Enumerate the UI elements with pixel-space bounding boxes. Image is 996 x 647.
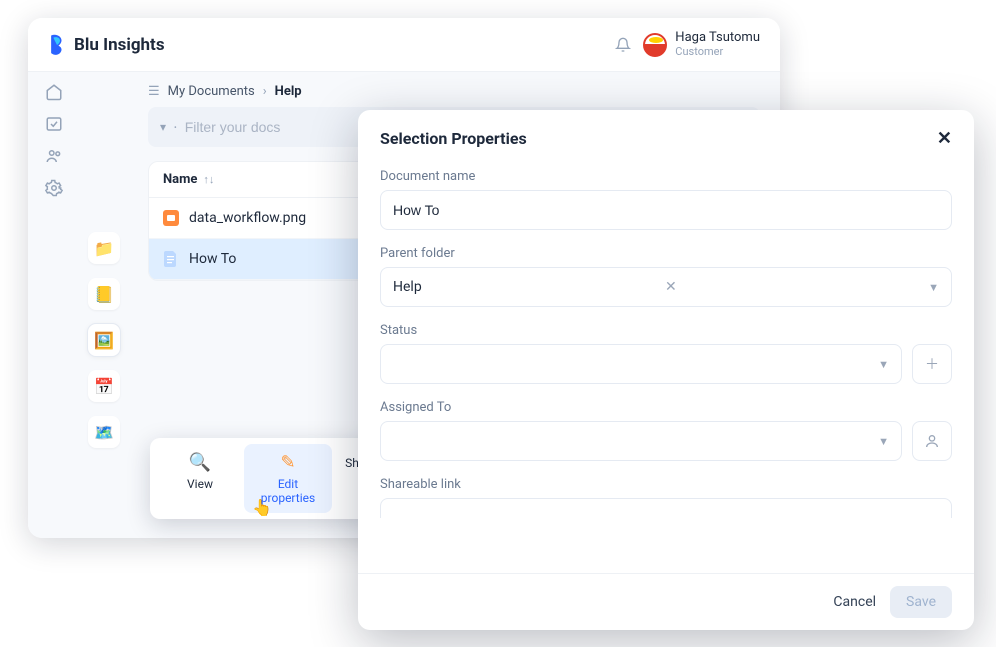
- close-icon[interactable]: ✕: [937, 128, 952, 149]
- brand-name: Blu Insights: [74, 35, 165, 55]
- select-status[interactable]: ▼: [380, 344, 902, 384]
- ctx-view[interactable]: 🔍 View: [156, 444, 244, 513]
- select-parent-value: Help: [393, 279, 422, 295]
- notifications-icon[interactable]: [615, 37, 631, 53]
- select-parent-folder[interactable]: Help ✕ ▼: [380, 267, 952, 307]
- user-role: Customer: [675, 46, 760, 58]
- view-icon: 🔍: [162, 452, 238, 473]
- panel-body: Document name Parent folder Help ✕ ▼ Sta…: [358, 167, 974, 573]
- breadcrumb-root[interactable]: My Documents: [168, 84, 255, 99]
- breadcrumb-current: Help: [275, 84, 302, 99]
- doc-file-icon: [163, 251, 179, 267]
- field-assigned-to: Assigned To ▼: [380, 400, 952, 461]
- chip-notes[interactable]: 📒: [88, 278, 120, 310]
- user-info[interactable]: Haga Tsutomu Customer: [675, 31, 760, 57]
- cursor-icon: 👆: [252, 498, 272, 517]
- field-status: Status ▼ ＋: [380, 323, 952, 384]
- image-file-icon: [163, 210, 179, 226]
- tasks-icon[interactable]: [44, 114, 64, 134]
- label-shareable-link: Shareable link: [380, 477, 952, 492]
- plus-icon: ＋: [925, 354, 939, 374]
- chip-other[interactable]: 🗺️: [88, 416, 120, 448]
- user-icon: [924, 433, 940, 449]
- chip-calendar[interactable]: 📅: [88, 370, 120, 402]
- label-document-name: Document name: [380, 169, 952, 184]
- row-name: How To: [189, 251, 236, 267]
- filter-input[interactable]: [185, 119, 385, 135]
- panel-footer: Cancel Save: [358, 573, 974, 630]
- label-status: Status: [380, 323, 952, 338]
- cancel-button[interactable]: Cancel: [833, 594, 876, 610]
- clear-icon[interactable]: ✕: [665, 279, 677, 295]
- brand-logo-icon: [48, 34, 66, 56]
- side-nav: [28, 72, 80, 538]
- user-name: Haga Tsutomu: [675, 31, 760, 45]
- chevron-down-icon: ▼: [878, 435, 889, 448]
- filter-dot-icon: •: [174, 123, 177, 132]
- col-name-label: Name: [163, 172, 197, 187]
- field-document-name: Document name: [380, 169, 952, 230]
- settings-icon[interactable]: [44, 178, 64, 198]
- chevron-down-icon: ▼: [928, 281, 939, 294]
- label-assigned-to: Assigned To: [380, 400, 952, 415]
- panel-title: Selection Properties: [380, 129, 527, 148]
- sort-icon: ↑↓: [203, 173, 214, 186]
- chip-folder[interactable]: 📁: [88, 232, 120, 264]
- col-name[interactable]: Name ↑↓: [163, 172, 363, 187]
- ctx-share-label: Sh: [345, 456, 359, 470]
- chevron-right-icon: ›: [263, 84, 267, 99]
- topbar: Blu Insights Haga Tsutomu Customer: [28, 18, 780, 72]
- category-bar: 📁 📒 🖼️ 📅 🗺️: [80, 222, 128, 538]
- assign-user-button[interactable]: [912, 421, 952, 461]
- field-parent-folder: Parent folder Help ✕ ▼: [380, 246, 952, 307]
- team-icon[interactable]: [44, 146, 64, 166]
- input-document-name[interactable]: [380, 190, 952, 230]
- select-assigned-to[interactable]: ▼: [380, 421, 902, 461]
- user-avatar[interactable]: [643, 33, 667, 57]
- selection-properties-panel: Selection Properties ✕ Document name Par…: [358, 110, 974, 630]
- brand[interactable]: Blu Insights: [48, 34, 165, 56]
- chip-images[interactable]: 🖼️: [88, 324, 120, 356]
- field-shareable-link: Shareable link: [380, 477, 952, 518]
- save-button[interactable]: Save: [890, 586, 952, 618]
- home-icon[interactable]: [44, 82, 64, 102]
- input-shareable-link[interactable]: [380, 498, 952, 518]
- filter-icon: ▾: [160, 120, 166, 134]
- pencil-icon: ✎: [250, 452, 326, 473]
- breadcrumb: ☰ My Documents › Help: [148, 84, 760, 99]
- add-status-button[interactable]: ＋: [912, 344, 952, 384]
- label-parent-folder: Parent folder: [380, 246, 952, 261]
- chevron-down-icon: ▼: [878, 358, 889, 371]
- menu-icon[interactable]: ☰: [148, 84, 160, 99]
- panel-header: Selection Properties ✕: [358, 110, 974, 167]
- ctx-view-label: View: [187, 477, 213, 491]
- row-name: data_workflow.png: [189, 210, 306, 226]
